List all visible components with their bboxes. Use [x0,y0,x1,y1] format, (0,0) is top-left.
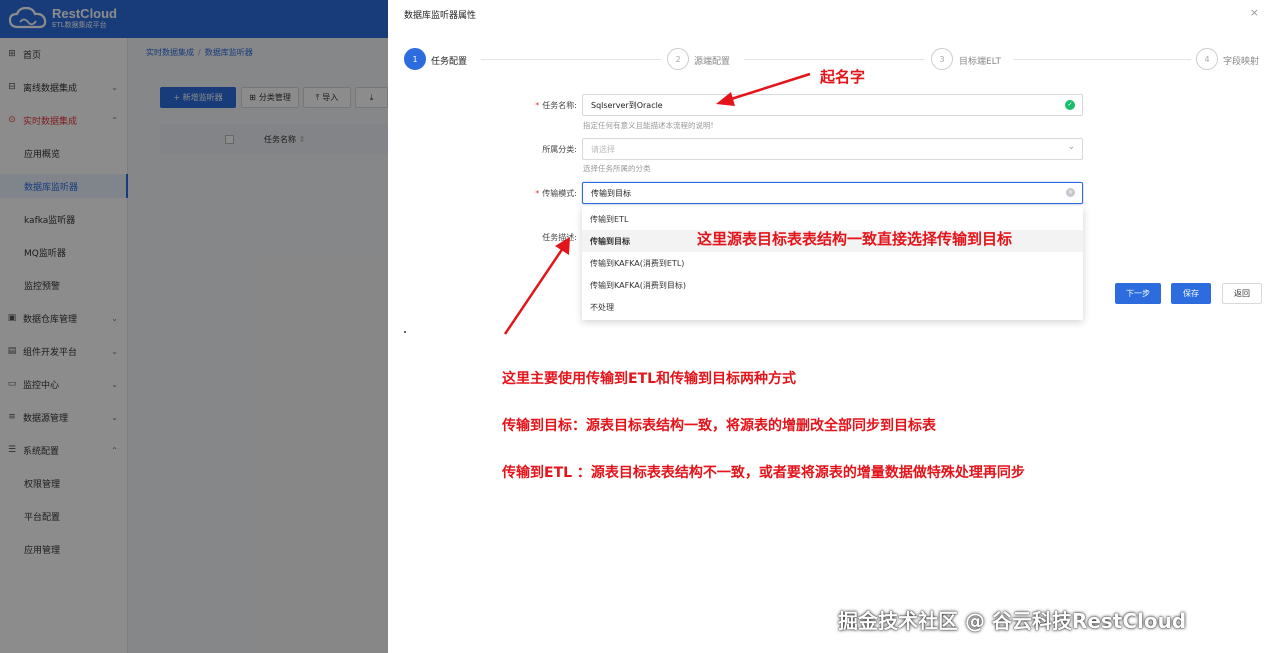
desc-label: 任务描述: [542,233,577,242]
option-etl[interactable]: 传输到ETL [582,208,1083,230]
annotation-name-note: 起名字 [820,68,866,86]
check-icon: ✓ [1065,100,1075,110]
annotation-select-note: 这里源表目标表表结构一致直接选择传输到目标 [697,230,1013,248]
step-connector [481,59,661,60]
option-kafka-target[interactable]: 传输到KAFKA(消费到目标) [582,274,1083,296]
category-hint: 选择任务所属的分类 [583,164,651,173]
step-1-circle[interactable]: 1 [404,48,426,70]
close-icon[interactable]: × [1250,6,1259,19]
clear-icon[interactable]: × [1066,188,1075,197]
option-kafka-etl[interactable]: 传输到KAFKA(消费到ETL) [582,252,1083,274]
step-4-label[interactable]: 字段映射 [1223,54,1259,67]
step-3-label[interactable]: 目标端ELT [959,54,1001,67]
step-connector [1013,59,1191,60]
step-1-label[interactable]: 任务配置 [431,54,467,67]
stray-dot [404,331,406,333]
required-mark: * [535,101,540,110]
transfer-mode-dropdown: 传输到ETL 传输到目标 传输到KAFKA(消费到ETL) 传输到KAFKA(消… [582,206,1083,320]
task-name-value: Sqlserver到Oracle [591,100,663,110]
drawer-title: 数据库监听器属性 [404,11,477,21]
category-label: 所属分类: [542,145,577,154]
step-2-circle[interactable]: 2 [667,48,689,70]
step-2-label[interactable]: 源端配置 [694,54,730,67]
category-select[interactable]: 请选择 ⌄ [582,138,1083,160]
back-button[interactable]: 返回 [1222,283,1262,304]
transfer-mode-select[interactable]: 传输到目标 × [582,182,1083,204]
annotation-line-1: 这里主要使用传输到ETL和传输到目标两种方式 [502,371,797,387]
chevron-down-icon: ⌄ [1067,142,1075,152]
step-4-circle[interactable]: 4 [1196,48,1218,70]
category-placeholder: 请选择 [591,144,615,154]
modal-overlay[interactable] [0,0,388,653]
mode-value: 传输到目标 [591,188,631,198]
annotation-line-2: 传输到目标：源表目标表结构一致，将源表的增删改全部同步到目标表 [502,418,936,434]
mode-label: * 传输模式: [535,189,577,198]
listener-properties-drawer: 数据库监听器属性 × 1 任务配置 2 源端配置 3 目标端ELT 4 字段映射… [388,0,1265,653]
next-button[interactable]: 下一步 [1115,283,1161,304]
step-3-circle[interactable]: 3 [931,48,953,70]
task-name-hint: 指定任何有意义且能描述本流程的说明! [583,121,714,130]
step-connector [744,59,924,60]
option-none[interactable]: 不处理 [582,296,1083,318]
task-name-input[interactable]: Sqlserver到Oracle ✓ [582,94,1083,116]
task-name-label: * 任务名称: [535,101,577,110]
annotation-line-3: 传输到ETL ：源表目标表表结构不一致，或者要将源表的增量数据做特殊处理再同步 [502,465,1025,481]
watermark: 掘金技术社区 @ 谷云科技RestCloud [838,609,1187,633]
save-button[interactable]: 保存 [1171,283,1211,304]
required-mark: * [535,189,540,198]
